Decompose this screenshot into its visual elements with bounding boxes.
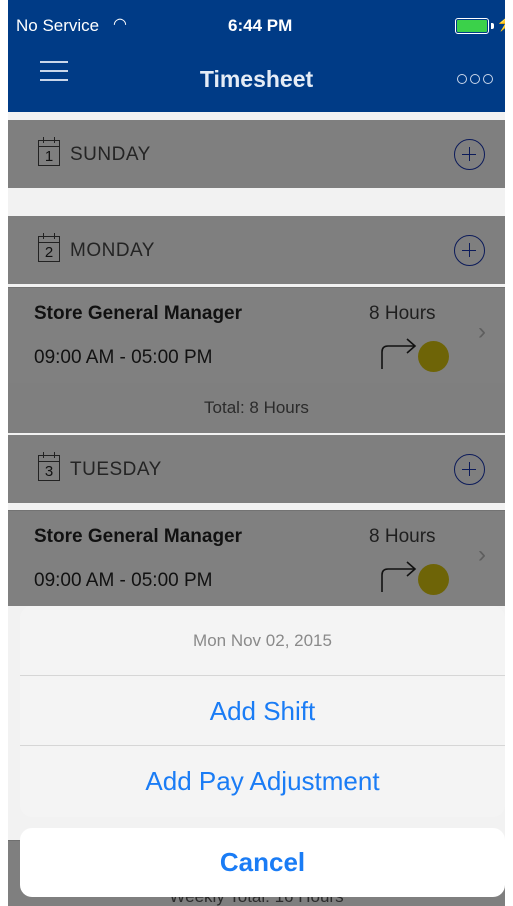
day-label: MONDAY <box>70 240 155 261</box>
shift-role: Store General Manager <box>34 303 243 324</box>
day-number: 2 <box>44 244 54 261</box>
shift-hours: 8 Hours <box>369 303 436 324</box>
shift-role: Store General Manager <box>34 526 243 547</box>
chevron-right-icon: › <box>478 318 486 345</box>
shift-time: 09:00 AM - 05:00 PM <box>34 570 213 591</box>
add-pay-adjustment-button[interactable]: Add Pay Adjustment <box>20 746 505 816</box>
calendar-icon: 1 <box>38 137 60 166</box>
day-row-tuesday: 3 TUESDAY <box>8 435 505 503</box>
battery-icon <box>455 18 494 34</box>
calendar-icon: 3 <box>38 452 60 481</box>
add-shift-button[interactable]: Add Shift <box>20 676 505 746</box>
shift-time: 09:00 AM - 05:00 PM <box>34 347 213 368</box>
day-total-row: Total: 8 Hours <box>8 383 505 433</box>
clock: 6:44 PM <box>228 16 293 35</box>
cancel-button[interactable]: Cancel <box>20 828 505 897</box>
forward-arrow-icon <box>381 338 417 369</box>
day-label: TUESDAY <box>70 459 162 480</box>
carrier-label: No Service <box>16 16 100 35</box>
add-entry-icon[interactable] <box>454 235 485 266</box>
status-bar: No Service ◠ 6:44 PM ⚡ <box>8 0 505 44</box>
day-row-sunday: 1 SUNDAY <box>8 120 505 188</box>
more-options-icon[interactable] <box>457 74 493 84</box>
chevron-right-icon: › <box>478 541 486 568</box>
day-label: SUNDAY <box>70 144 151 165</box>
day-row-monday: 2 MONDAY <box>8 216 505 284</box>
navbar: Timesheet <box>8 44 505 112</box>
charging-bolt-icon: ⚡ <box>496 13 505 33</box>
day-number: 3 <box>44 463 54 480</box>
wifi-icon: ◠ <box>113 16 127 33</box>
shift-row[interactable]: Store General Manager 8 Hours 09:00 AM -… <box>8 510 505 606</box>
action-sheet: Mon Nov 02, 2015 Add Shift Add Pay Adjus… <box>20 606 505 817</box>
status-dot-icon <box>418 564 449 595</box>
status-dot-icon <box>418 341 449 372</box>
action-sheet-title: Mon Nov 02, 2015 <box>20 606 505 676</box>
calendar-icon: 2 <box>38 233 60 262</box>
forward-arrow-icon <box>381 561 417 592</box>
day-number: 1 <box>44 148 54 165</box>
add-entry-icon[interactable] <box>454 454 485 485</box>
add-entry-icon[interactable] <box>454 139 485 170</box>
day-total: Total: 8 Hours <box>204 398 309 417</box>
header: No Service ◠ 6:44 PM ⚡ Timesheet <box>8 0 505 112</box>
page-title: Timesheet <box>199 66 314 92</box>
shift-row[interactable]: Store General Manager 8 Hours 09:00 AM -… <box>8 287 505 383</box>
app-frame: No Service ◠ 6:44 PM ⚡ Timesheet 1 SUNDA… <box>8 0 505 906</box>
shift-hours: 8 Hours <box>369 526 436 547</box>
